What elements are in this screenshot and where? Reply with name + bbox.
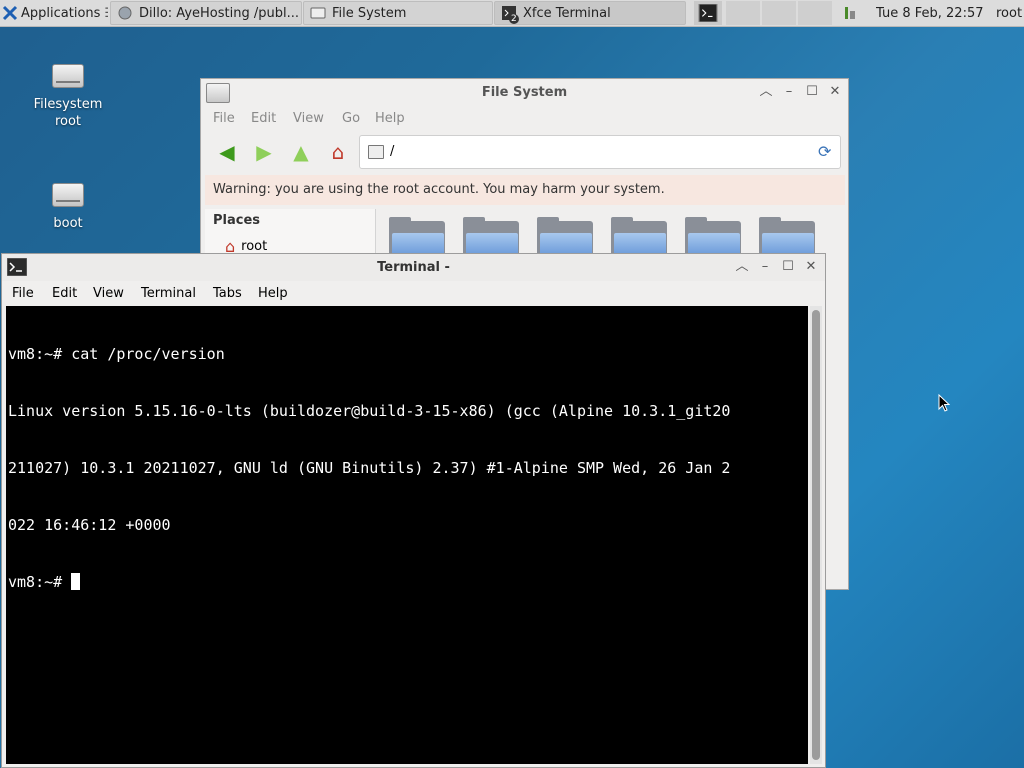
- forward-arrow-icon[interactable]: ▶: [251, 139, 277, 165]
- task-file-system[interactable]: File System: [303, 1, 493, 25]
- terminal-line: 211027) 10.3.1 20211027, GNU ld (GNU Bin…: [8, 459, 731, 477]
- maximize-button[interactable]: ☐: [803, 83, 821, 101]
- minimize-button[interactable]: –: [780, 83, 798, 101]
- drive-icon: [368, 145, 384, 159]
- root-warning-banner: Warning: you are using the root account.…: [205, 175, 845, 205]
- menu-tabs[interactable]: Tabs: [213, 286, 242, 301]
- location-bar[interactable]: / ⟳: [359, 135, 841, 169]
- drive-icon: [310, 7, 326, 19]
- desktop-icon-label: Filesystem root: [33, 97, 103, 129]
- menu-bar: File Edit View Go Help: [201, 107, 848, 131]
- vertical-scrollbar[interactable]: [810, 306, 822, 764]
- reload-icon[interactable]: ⟳: [818, 142, 831, 161]
- desktop-icon-boot[interactable]: boot: [23, 183, 113, 232]
- up-arrow-icon[interactable]: ▲: [288, 139, 314, 165]
- task-count-badge: 2: [509, 14, 519, 24]
- places-heading: Places: [213, 213, 261, 228]
- menu-help[interactable]: Help: [375, 111, 405, 126]
- top-panel: Applications ☰ Dillo: AyeHosting /publ..…: [0, 0, 1024, 27]
- workspace-1[interactable]: [694, 1, 722, 25]
- mouse-pointer-icon: [938, 394, 950, 412]
- drive-icon: [52, 183, 84, 207]
- scrollbar-thumb[interactable]: [812, 310, 820, 760]
- terminal-icon: [698, 4, 718, 22]
- close-button[interactable]: ✕: [826, 83, 844, 101]
- terminal-prompt: vm8:~#: [8, 573, 72, 591]
- terminal-screen[interactable]: vm8:~# cat /proc/version Linux version 5…: [6, 306, 808, 764]
- menu-help[interactable]: Help: [258, 286, 288, 301]
- home-icon[interactable]: ⌂: [325, 139, 351, 165]
- desktop-icon-filesystem-root[interactable]: Filesystem root: [23, 64, 113, 130]
- task-xfce-terminal[interactable]: 2 Xfce Terminal: [494, 1, 686, 25]
- menu-file[interactable]: File: [12, 286, 34, 301]
- terminal-window: Terminal - ︿ – ☐ ✕ File Edit View Termin…: [1, 253, 826, 768]
- terminal-line: Linux version 5.15.16-0-lts (buildozer@b…: [8, 402, 731, 420]
- titlebar[interactable]: Terminal - ︿ – ☐ ✕: [2, 254, 825, 281]
- applications-label: Applications: [21, 5, 101, 21]
- menu-view[interactable]: View: [93, 286, 124, 301]
- terminal-line: vm8:~# cat /proc/version: [8, 345, 225, 363]
- menu-bar: File Edit View Terminal Tabs Help: [2, 282, 825, 306]
- terminal-output: vm8:~# cat /proc/version Linux version 5…: [8, 307, 808, 630]
- drive-icon: [52, 64, 84, 88]
- menu-go[interactable]: Go: [342, 111, 360, 126]
- window-title: Terminal -: [377, 260, 450, 275]
- back-arrow-icon[interactable]: ◀: [214, 139, 240, 165]
- menu-terminal[interactable]: Terminal: [141, 286, 196, 301]
- user-label[interactable]: root: [996, 1, 1024, 25]
- globe-icon: [118, 6, 132, 20]
- window-title: File System: [481, 85, 568, 100]
- menu-edit[interactable]: Edit: [52, 286, 77, 301]
- places-item-label: root: [241, 239, 268, 254]
- workspace-4[interactable]: [798, 1, 832, 25]
- task-label: Dillo: AyeHosting /publ...: [139, 5, 299, 21]
- applications-menu-button[interactable]: Applications ☰: [2, 1, 108, 25]
- titlebar[interactable]: File System ︿ – ☐ ✕: [201, 79, 848, 106]
- text-cursor: [71, 573, 81, 590]
- desktop-icon-label: boot: [53, 216, 83, 231]
- status-meter-icon: [845, 7, 855, 19]
- shade-button[interactable]: ︿: [733, 258, 751, 276]
- minimize-button[interactable]: –: [756, 258, 774, 276]
- menu-view[interactable]: View: [293, 111, 324, 126]
- tray-status-icon[interactable]: [842, 1, 864, 25]
- task-label: File System: [332, 5, 407, 21]
- workspace-3[interactable]: [762, 1, 796, 25]
- maximize-button[interactable]: ☐: [779, 258, 797, 276]
- task-label: Xfce Terminal: [523, 5, 611, 21]
- shade-button[interactable]: ︿: [757, 83, 775, 101]
- location-path: /: [390, 144, 395, 159]
- terminal-line: 022 16:46:12 +0000: [8, 516, 171, 534]
- close-button[interactable]: ✕: [802, 258, 820, 276]
- clock[interactable]: Tue 8 Feb, 22:57: [876, 1, 988, 25]
- xfce-logo-icon: [2, 5, 18, 21]
- menu-arrow-icon: ☰: [104, 6, 108, 21]
- menu-edit[interactable]: Edit: [251, 111, 276, 126]
- task-dillo[interactable]: Dillo: AyeHosting /publ...: [110, 1, 302, 25]
- menu-file[interactable]: File: [213, 111, 235, 126]
- terminal-prompt-line: vm8:~#: [8, 573, 808, 592]
- workspace-2[interactable]: [726, 1, 760, 25]
